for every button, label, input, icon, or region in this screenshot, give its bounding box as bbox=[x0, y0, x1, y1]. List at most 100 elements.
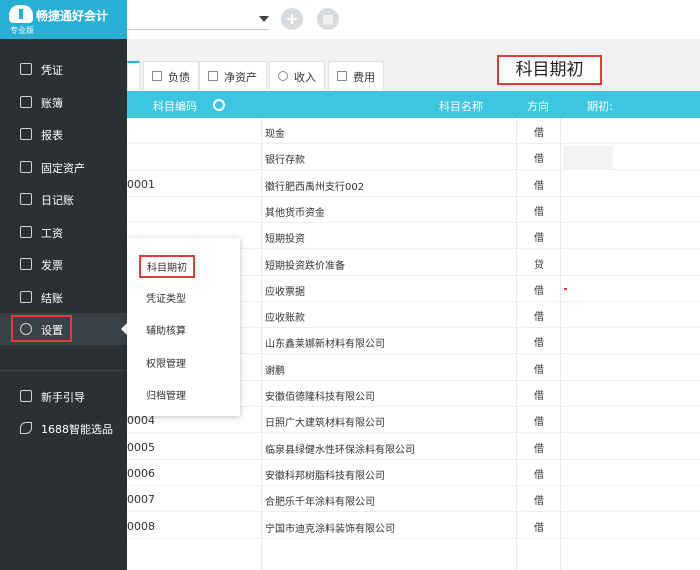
row-direction: 借 bbox=[534, 180, 544, 192]
row-direction: 借 bbox=[534, 128, 544, 139]
row-code: 0004 bbox=[127, 414, 155, 428]
row-direction: 借 bbox=[534, 312, 544, 324]
row-name: 安徽佰德隆科技有限公司 bbox=[265, 392, 375, 403]
chevron-down-icon bbox=[259, 16, 269, 22]
table-row[interactable]: 现金 借 bbox=[127, 118, 700, 144]
row-name: 山东鑫莱娜新材料有限公司 bbox=[265, 339, 385, 351]
sidebar-item-invoice[interactable]: 发票 bbox=[0, 248, 127, 280]
link-icon bbox=[20, 422, 32, 434]
row-code: 0007 bbox=[127, 493, 155, 507]
row-name: 短期投资 bbox=[265, 234, 305, 246]
submenu-item-permissions[interactable]: 权限管理 bbox=[127, 348, 240, 376]
page-title: 科目期初 bbox=[497, 55, 602, 85]
top-bar: + ▦ bbox=[127, 0, 700, 39]
row-name: 其他货币资金 bbox=[265, 207, 325, 219]
table-row[interactable]: 银行存款 借 bbox=[127, 144, 700, 171]
row-direction: 借 bbox=[534, 285, 544, 297]
sidebar-item-fixed-assets[interactable]: 固定资产 bbox=[0, 151, 127, 183]
sidebar-item-close-account[interactable]: 结账 bbox=[0, 281, 127, 313]
table-row[interactable]: 0008 宁国市迪克涂料装饰有限公司 借 bbox=[127, 513, 700, 539]
table-row[interactable]: 0001 徽行肥西禹州支行002 借 bbox=[127, 171, 700, 197]
invoice-icon bbox=[20, 258, 32, 270]
app-edition: 专业版 bbox=[10, 26, 34, 35]
table-row[interactable]: 0007 合肥乐千年涂料有限公司 借 bbox=[127, 486, 700, 513]
row-name: 合肥乐千年涂料有限公司 bbox=[265, 497, 375, 509]
close-account-icon bbox=[20, 291, 32, 303]
row-direction: 借 bbox=[534, 364, 544, 376]
table-row[interactable]: 0005 临泉县绿健水性环保涂料有限公司 借 bbox=[127, 434, 700, 460]
expense-icon bbox=[337, 71, 347, 81]
row-code: 0006 bbox=[127, 466, 155, 480]
row-direction: 借 bbox=[534, 496, 544, 508]
apps-grid-button[interactable]: ▦ bbox=[317, 8, 339, 30]
row-name: 日照广大建筑材料有限公司 bbox=[265, 418, 385, 430]
row-name: 应收账款 bbox=[265, 313, 305, 325]
submenu-item-auxiliary[interactable]: 辅助核算 bbox=[127, 315, 240, 343]
sidebar-item-voucher[interactable]: 凭证 bbox=[0, 53, 127, 85]
tab-expense[interactable]: 费用 bbox=[328, 61, 384, 90]
tab-liability[interactable]: 负债 bbox=[143, 61, 199, 90]
row-name: 应收票据 bbox=[265, 286, 305, 298]
row-direction: 借 bbox=[534, 233, 544, 245]
table-header: 科目编码 科目名称 方向 期初: bbox=[127, 91, 700, 118]
row-direction: 借 bbox=[534, 338, 544, 350]
row-direction: 贷 bbox=[534, 259, 544, 271]
report-icon bbox=[20, 128, 32, 140]
liability-icon bbox=[152, 71, 162, 81]
submenu-item-account-initial[interactable]: 科目期初 bbox=[127, 250, 240, 278]
row-name: 银行存款 bbox=[265, 155, 305, 167]
settings-icon bbox=[20, 323, 32, 335]
row-name: 谢鹏 bbox=[265, 365, 285, 377]
header-initial: 期初: bbox=[587, 100, 613, 113]
guide-icon bbox=[20, 390, 32, 402]
sidebar-item-salary[interactable]: 工资 bbox=[0, 216, 127, 248]
row-name: 现金 bbox=[265, 129, 285, 140]
row-name: 徽行肥西禹州支行002 bbox=[265, 181, 365, 193]
row-direction: 借 bbox=[534, 154, 544, 166]
tab-income[interactable]: 收入 bbox=[269, 61, 325, 90]
row-code: 0005 bbox=[127, 440, 155, 454]
header-name: 科目名称 bbox=[439, 100, 483, 113]
row-name: 安徽科邦树脂科技有限公司 bbox=[265, 470, 385, 482]
row-name: 短期投资跌价准备 bbox=[265, 260, 345, 272]
app-logo: 畅捷通好会计 专业版 bbox=[0, 0, 127, 39]
table-row[interactable]: 0006 安徽科邦树脂科技有限公司 借 bbox=[127, 460, 700, 486]
row-name: 宁国市迪克涂料装饰有限公司 bbox=[265, 523, 395, 535]
journal-icon bbox=[20, 193, 32, 205]
submenu-item-archive[interactable]: 归档管理 bbox=[127, 380, 240, 408]
asset-icon bbox=[20, 161, 32, 173]
sidebar-divider bbox=[0, 370, 127, 371]
sidebar-item-1688[interactable]: 1688智能选品 bbox=[0, 412, 127, 444]
voucher-icon bbox=[20, 63, 32, 75]
row-name: 临泉县绿健水性环保涂料有限公司 bbox=[265, 444, 415, 456]
row-code: 0001 bbox=[127, 177, 155, 191]
gear-icon[interactable] bbox=[213, 99, 225, 111]
tab-net-assets[interactable]: 净资产 bbox=[199, 61, 267, 90]
account-set-select[interactable] bbox=[127, 8, 269, 30]
sidebar-item-journal[interactable]: 日记账 bbox=[0, 183, 127, 215]
income-icon bbox=[278, 71, 288, 81]
row-direction: 借 bbox=[534, 391, 544, 402]
tab-strip: 负债 净资产 收入 费用 科目期初 bbox=[127, 39, 700, 91]
header-direction: 方向 bbox=[527, 100, 549, 113]
header-code: 科目编码 bbox=[153, 100, 197, 113]
row-direction: 借 bbox=[534, 469, 544, 481]
salary-icon bbox=[20, 226, 32, 238]
app-name: 畅捷通好会计 bbox=[36, 9, 109, 23]
sidebar-item-guide[interactable]: 新手引导 bbox=[0, 380, 127, 412]
table-row[interactable]: 其他货币资金 借 bbox=[127, 197, 700, 223]
cloud-logo-icon bbox=[9, 5, 33, 23]
net-assets-icon bbox=[208, 71, 218, 81]
sidebar-item-ledger[interactable]: 账簿 bbox=[0, 86, 127, 118]
add-button[interactable]: + bbox=[281, 8, 303, 30]
tab-asset[interactable] bbox=[127, 61, 140, 90]
settings-submenu: 科目期初 凭证类型 辅助核算 权限管理 归档管理 bbox=[127, 238, 240, 416]
submenu-item-voucher-type[interactable]: 凭证类型 bbox=[127, 283, 240, 311]
sidebar-item-settings[interactable]: 设置 bbox=[0, 313, 127, 345]
ledger-icon bbox=[20, 96, 32, 108]
row-direction: 借 bbox=[534, 443, 544, 455]
row-direction: 借 bbox=[534, 522, 544, 534]
row-direction: 借 bbox=[534, 417, 544, 429]
sidebar-item-report[interactable]: 报表 bbox=[0, 118, 127, 150]
row-code: 0008 bbox=[127, 519, 155, 533]
